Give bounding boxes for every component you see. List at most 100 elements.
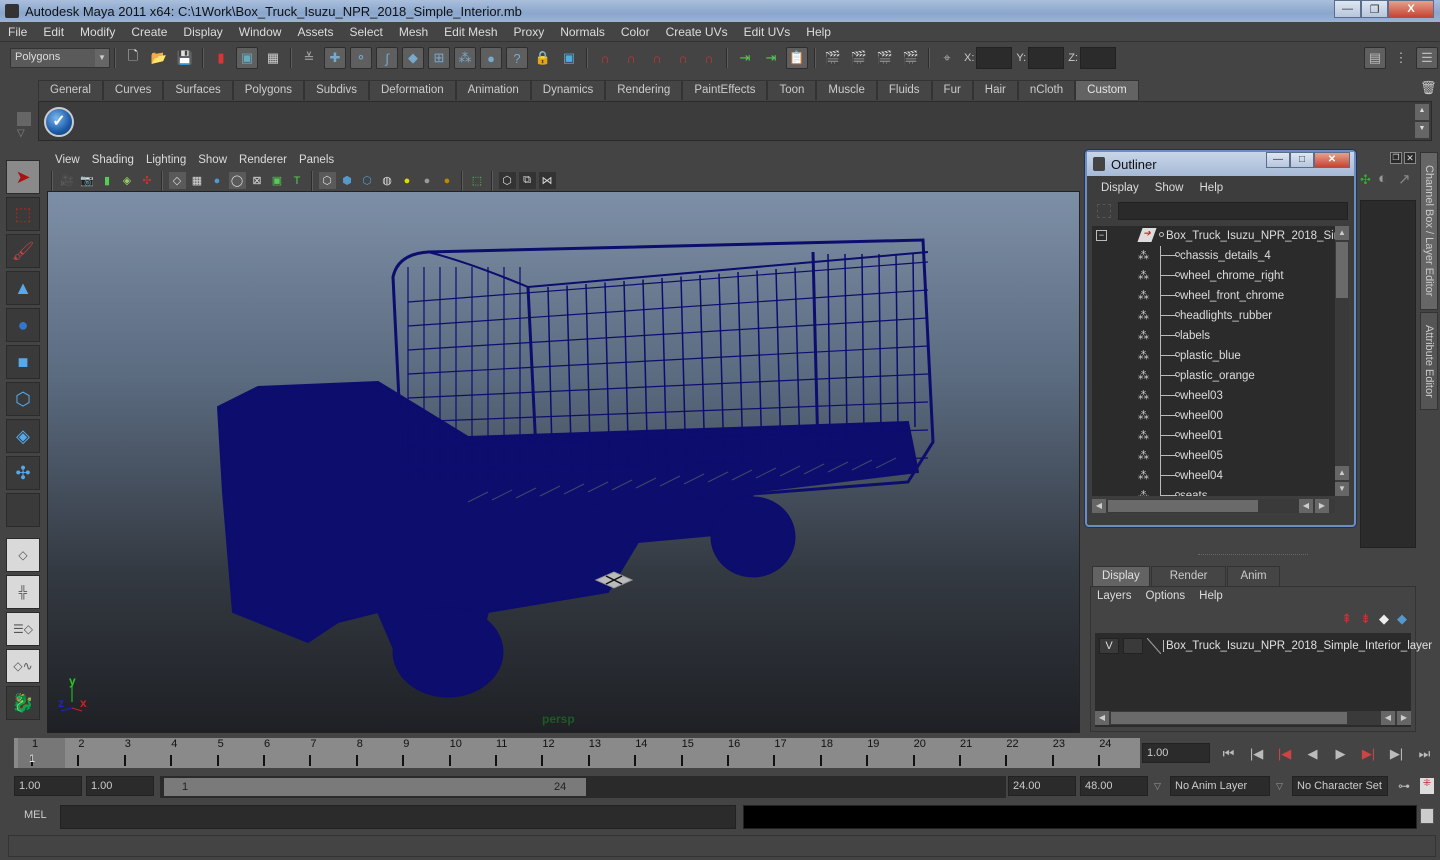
scroll-up-icon[interactable]: ▲	[1335, 226, 1349, 240]
menu-help[interactable]: Help	[798, 25, 839, 39]
menu-select[interactable]: Select	[341, 25, 390, 39]
shelf-menu-icon[interactable]: ▽	[17, 128, 25, 139]
outliner-persp-layout-icon[interactable]: ☰◇	[6, 612, 40, 646]
2d-pan-zoom-icon[interactable]: ✣	[139, 172, 156, 189]
menu-create[interactable]: Create	[123, 25, 175, 39]
character-set-dropdown[interactable]: No Character Set	[1292, 776, 1388, 796]
select-deformations-icon[interactable]: ⊞	[428, 47, 450, 69]
paint-select-tool-icon[interactable]: 🖌	[6, 234, 40, 268]
layer-tab-display[interactable]: Display	[1092, 566, 1150, 586]
step-forward-frame-icon[interactable]: ▶|	[1356, 744, 1381, 764]
menu-modify[interactable]: Modify	[72, 25, 123, 39]
outliner-horizontal-scrollbar[interactable]: ◀ ◀ ▶	[1092, 499, 1335, 513]
scroll-thumb[interactable]	[1108, 500, 1258, 512]
outliner-minimize-button[interactable]: —	[1266, 152, 1290, 168]
select-handles-icon[interactable]: ✚	[324, 47, 346, 69]
outliner-item[interactable]: ⁂ wheel03	[1092, 386, 1335, 406]
last-tool-slot[interactable]	[6, 493, 40, 527]
scroll-right-icon[interactable]: ▶	[1315, 499, 1329, 513]
select-joints-icon[interactable]: ⚬	[350, 47, 372, 69]
camera-attributes-icon[interactable]: 📷	[79, 172, 96, 189]
input-ops-icon[interactable]: ⇥	[734, 47, 756, 69]
minimize-button[interactable]: —	[1334, 0, 1361, 18]
wireframe-on-shaded-icon[interactable]: ⬡	[359, 172, 376, 189]
scroll-left-icon[interactable]: ◀	[1092, 499, 1106, 513]
shelf-tab-rendering[interactable]: Rendering	[605, 80, 683, 100]
select-hierarchy-icon[interactable]: ▮	[210, 47, 232, 69]
layer-menu-options[interactable]: Options	[1146, 590, 1186, 602]
outliner-maximize-button[interactable]: □	[1290, 152, 1314, 168]
command-language-label[interactable]: MEL	[24, 809, 47, 821]
scroll-left-icon[interactable]: ◀	[1095, 711, 1109, 725]
grid-icon[interactable]: ◇	[168, 172, 186, 189]
outliner-menu-show[interactable]: Show	[1155, 182, 1184, 194]
safe-action-icon[interactable]: ▣	[269, 172, 286, 189]
play-forwards-icon[interactable]: ▶	[1328, 744, 1353, 764]
outliner-item[interactable]: ⁂ plastic_blue	[1092, 346, 1335, 366]
viewport-menu-renderer[interactable]: Renderer	[239, 154, 287, 166]
image-plane-icon[interactable]: ◈	[119, 172, 136, 189]
viewport-menu-view[interactable]: View	[55, 154, 80, 166]
new-layer-from-selected-icon[interactable]: ◆	[1397, 611, 1407, 627]
collapse-icon[interactable]: −	[1096, 230, 1107, 241]
pane-splitter[interactable]	[1198, 554, 1308, 557]
chevron-down-icon[interactable]: ▽	[1276, 781, 1283, 792]
outliner-item[interactable]: ⁂ seats	[1092, 486, 1335, 496]
outliner-item[interactable]: ⁂ wheel_chrome_right	[1092, 266, 1335, 286]
shelf-tab-hair[interactable]: Hair	[972, 80, 1018, 100]
viewport-menu-lighting[interactable]: Lighting	[146, 154, 186, 166]
scroll-right-icon[interactable]: ▶	[1397, 711, 1411, 725]
layer-color-swatch[interactable]	[1147, 638, 1161, 654]
textured-icon[interactable]: ◍	[379, 172, 396, 189]
maya-logo-icon[interactable]: 🐉	[6, 686, 40, 720]
outliner-item[interactable]: ⁂ wheel_front_chrome	[1092, 286, 1335, 306]
speed-icon[interactable]: ◐	[1378, 170, 1387, 187]
menu-color[interactable]: Color	[613, 25, 658, 39]
snap-grid-icon[interactable]: ∩	[594, 47, 616, 69]
gate-mask-icon[interactable]: ◯	[228, 172, 246, 189]
filter-toggle-icon[interactable]	[1097, 204, 1111, 218]
menu-normals[interactable]: Normals	[552, 25, 613, 39]
menu-file[interactable]: File	[0, 25, 35, 39]
output-ops-icon[interactable]: ⇥	[760, 47, 782, 69]
lasso-tool-icon[interactable]: ⬚	[6, 197, 40, 231]
step-forward-key-icon[interactable]: ▶|	[1384, 744, 1409, 764]
scroll-thumb[interactable]	[1336, 242, 1348, 298]
key-icon[interactable]: ⊶	[1398, 779, 1410, 793]
script-editor-icon[interactable]	[1420, 808, 1434, 824]
channel-box-toggle-icon[interactable]: ☰	[1416, 47, 1438, 69]
safe-title-icon[interactable]: T	[289, 172, 306, 189]
show-manipulator-icon[interactable]: ✣	[6, 456, 40, 490]
isolate-select-icon[interactable]: ⬚	[469, 172, 486, 189]
select-component-icon[interactable]: ▦	[262, 47, 284, 69]
lock-selection-icon[interactable]: 🔒	[532, 47, 554, 69]
menu-proxy[interactable]: Proxy	[506, 25, 553, 39]
menu-assets[interactable]: Assets	[289, 25, 341, 39]
select-dynamics-icon[interactable]: ⁂	[454, 47, 476, 69]
field-chart-icon[interactable]: ⊠	[249, 172, 266, 189]
shelf-tab-fluids[interactable]: Fluids	[876, 80, 932, 100]
shelf-tab-custom[interactable]: Custom	[1075, 80, 1139, 100]
select-object-icon[interactable]: ▣	[236, 47, 258, 69]
z-field[interactable]	[1079, 47, 1116, 69]
layer-row[interactable]: V Box_Truck_Isuzu_NPR_2018_Simple_Interi…	[1099, 637, 1432, 655]
play-backwards-icon[interactable]: ◀	[1300, 744, 1325, 764]
menu-set-dropdown[interactable]: Polygons ▼	[10, 48, 110, 68]
time-slider[interactable]: 1 2 3 4 5 6 7 8 9 10 11 12 13 14 15 16 17 18 19 20 21 22 23 24 …	[14, 738, 1140, 768]
outliner-item[interactable]: ⁂ labels	[1092, 326, 1335, 346]
shelf-tab-ncloth[interactable]: nCloth	[1017, 80, 1076, 100]
trash-icon[interactable]: 🗑	[1420, 80, 1437, 96]
high-quality-icon[interactable]: ●	[439, 172, 456, 189]
range-slider-bar[interactable]	[164, 778, 586, 796]
scale-tool-icon[interactable]: ■	[6, 345, 40, 379]
menu-display[interactable]: Display	[175, 25, 230, 39]
outliner-menu-help[interactable]: Help	[1200, 182, 1224, 194]
playback-start-field[interactable]: 1.00	[86, 776, 154, 796]
shelf-tab-subdivs[interactable]: Subdivs	[304, 80, 369, 100]
arrow-icon[interactable]: ↗	[1398, 170, 1411, 188]
tab-attribute-editor[interactable]: Attribute Editor	[1420, 312, 1438, 410]
channel-float-icon[interactable]: ❐	[1390, 152, 1402, 164]
step-back-frame-icon[interactable]: |◀	[1272, 744, 1297, 764]
animation-end-field[interactable]: 48.00	[1080, 776, 1148, 796]
snap-point-icon[interactable]: ∩	[646, 47, 668, 69]
